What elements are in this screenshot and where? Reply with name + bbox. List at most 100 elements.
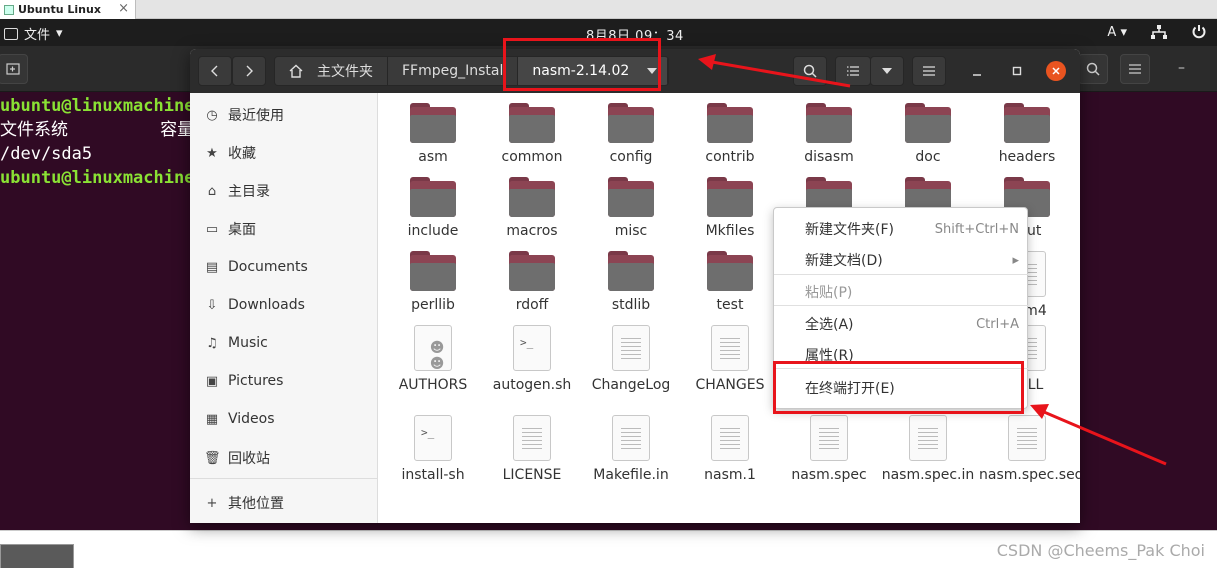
folder-item[interactable]: macros — [484, 177, 580, 239]
view-options-button[interactable] — [870, 56, 904, 86]
text-file-icon — [810, 415, 848, 461]
context-menu-item[interactable]: 新建文件夹(F) Shift+Ctrl+N — [774, 215, 1029, 243]
folder-item[interactable]: Mkfiles — [682, 177, 778, 239]
context-menu-label: 粘贴(P) — [805, 285, 853, 301]
file-name: Mkfiles — [705, 223, 755, 239]
folder-item[interactable]: disasm — [781, 103, 877, 165]
close-icon[interactable]: × — [118, 1, 129, 16]
folder-icon — [608, 251, 654, 291]
terminal-line-text: 文件系统 容量 — [0, 120, 195, 140]
file-item[interactable]: ☻☻ AUTHORS — [385, 325, 481, 393]
file-name: stdlib — [611, 297, 651, 313]
window-thumbnail[interactable] — [0, 544, 74, 568]
close-button[interactable] — [1046, 61, 1066, 81]
folder-front — [608, 115, 654, 143]
file-name: common — [501, 149, 563, 165]
folder-item[interactable]: doc — [880, 103, 976, 165]
places-sidebar: ◷ 最近使用 ★ 收藏 ⌂ 主目录 ▭ 桌面 ▤ Documents ⇩ Downloads ♫ Musi… — [190, 93, 378, 523]
terminal-line: ubuntu@linuxmachine — [0, 166, 215, 190]
folder-front — [806, 115, 852, 143]
file-name: config — [609, 149, 653, 165]
file-item[interactable]: LICENSE — [484, 415, 580, 483]
folder-icon — [509, 103, 555, 143]
forward-button[interactable] — [232, 56, 266, 86]
file-item[interactable]: nasm.1 — [682, 415, 778, 483]
sidebar-item-label: Documents — [228, 259, 308, 275]
file-name: misc — [614, 223, 648, 239]
maximize-button[interactable] — [1007, 61, 1027, 81]
back-button[interactable] — [198, 56, 232, 86]
network-icon[interactable] — [1151, 25, 1167, 39]
sidebar-item[interactable]: ▦ Videos — [204, 407, 275, 431]
terminal-glyph: >_ — [421, 426, 435, 439]
file-item[interactable]: >_ install-sh — [385, 415, 481, 483]
folder-item[interactable]: contrib — [682, 103, 778, 165]
annotation-box-path — [503, 38, 661, 91]
folder-item[interactable]: rdoff — [484, 251, 580, 313]
folder-item[interactable]: stdlib — [583, 251, 679, 313]
context-menu-item[interactable]: 全选(A) Ctrl+A — [774, 310, 1029, 338]
file-name: install-sh — [401, 467, 465, 483]
sidebar-item[interactable]: 🗑 回收站 — [204, 446, 270, 470]
file-name: Makefile.in — [593, 467, 669, 483]
folder-icon — [707, 251, 753, 291]
sidebar-item-label: 其他位置 — [228, 496, 284, 512]
file-item[interactable]: nasm.spec — [781, 415, 877, 483]
terminal-line: 文件系统 容量 — [0, 118, 215, 142]
terminal-minimize-icon[interactable]: – — [1178, 60, 1185, 76]
minimize-button[interactable] — [967, 61, 987, 81]
folder-icon — [608, 177, 654, 217]
folder-item[interactable]: config — [583, 103, 679, 165]
search-button[interactable] — [793, 56, 827, 86]
sidebar-item-label: 最近使用 — [228, 108, 284, 124]
app-menu[interactable]: 文件 ▾ — [4, 24, 63, 43]
file-name: rdoff — [515, 297, 549, 313]
file-item[interactable]: ChangeLog — [583, 325, 679, 393]
sidebar-item[interactable]: ▤ Documents — [204, 255, 308, 279]
input-method-indicator[interactable]: A ▾ — [1107, 25, 1127, 40]
folder-item[interactable]: test — [682, 251, 778, 313]
folder-item[interactable]: asm — [385, 103, 481, 165]
terminal-search-button[interactable] — [1078, 54, 1108, 84]
sidebar-item[interactable]: ★ 收藏 — [204, 141, 256, 165]
new-tab-button[interactable] — [0, 54, 28, 84]
folder-item[interactable]: perllib — [385, 251, 481, 313]
main-menu-button[interactable] — [912, 56, 946, 86]
text-lines — [1017, 428, 1037, 450]
folder-item[interactable]: misc — [583, 177, 679, 239]
sidebar-item[interactable]: ⌂ 主目录 — [204, 179, 270, 203]
star-icon: ★ — [206, 145, 218, 161]
sidebar-item[interactable]: ⇩ Downloads — [204, 293, 305, 317]
terminal-prompt: ubuntu@linuxmachine — [0, 96, 195, 116]
file-item[interactable]: >_ autogen.sh — [484, 325, 580, 393]
breadcrumb-parent[interactable]: FFmpeg_Instal — [388, 57, 519, 85]
new-tab-icon — [6, 63, 20, 75]
list-view-button[interactable] — [835, 56, 871, 86]
sidebar-item[interactable]: ♫ Music — [204, 331, 268, 355]
vm-tabbar: Ubuntu Linux × — [0, 0, 1217, 19]
authors-file-icon: ☻☻ — [414, 325, 452, 372]
vm-tab-ubuntu[interactable]: Ubuntu Linux × — [0, 0, 136, 19]
sidebar-item[interactable]: ◷ 最近使用 — [204, 103, 284, 127]
breadcrumb-home[interactable]: 主文件夹 — [275, 57, 388, 85]
folder-front — [608, 263, 654, 291]
file-name: nasm.1 — [704, 467, 756, 483]
sidebar-item[interactable]: ▭ 桌面 — [204, 217, 256, 241]
search-icon — [1086, 62, 1100, 76]
host-taskbar: CSDN @Cheems_Pak Choi — [0, 530, 1217, 568]
folder-item[interactable]: common — [484, 103, 580, 165]
folder-item[interactable]: headers — [979, 103, 1075, 165]
sidebar-item[interactable]: ▣ Pictures — [204, 369, 284, 393]
power-icon[interactable] — [1191, 24, 1207, 40]
file-item[interactable]: nasm.spec.sed — [979, 415, 1080, 483]
file-item[interactable]: Makefile.in — [583, 415, 679, 483]
files-app-icon — [4, 27, 18, 40]
file-item[interactable]: CHANGES — [682, 325, 778, 393]
folder-front — [509, 263, 555, 291]
sidebar-item[interactable]: + 其他位置 — [204, 491, 284, 515]
terminal-menu-button[interactable] — [1120, 54, 1150, 84]
context-menu-item[interactable]: 新建文档(D) ▸ — [774, 246, 1029, 274]
text-lines — [918, 428, 938, 450]
folder-item[interactable]: include — [385, 177, 481, 239]
file-item[interactable]: nasm.spec.in — [880, 415, 976, 483]
